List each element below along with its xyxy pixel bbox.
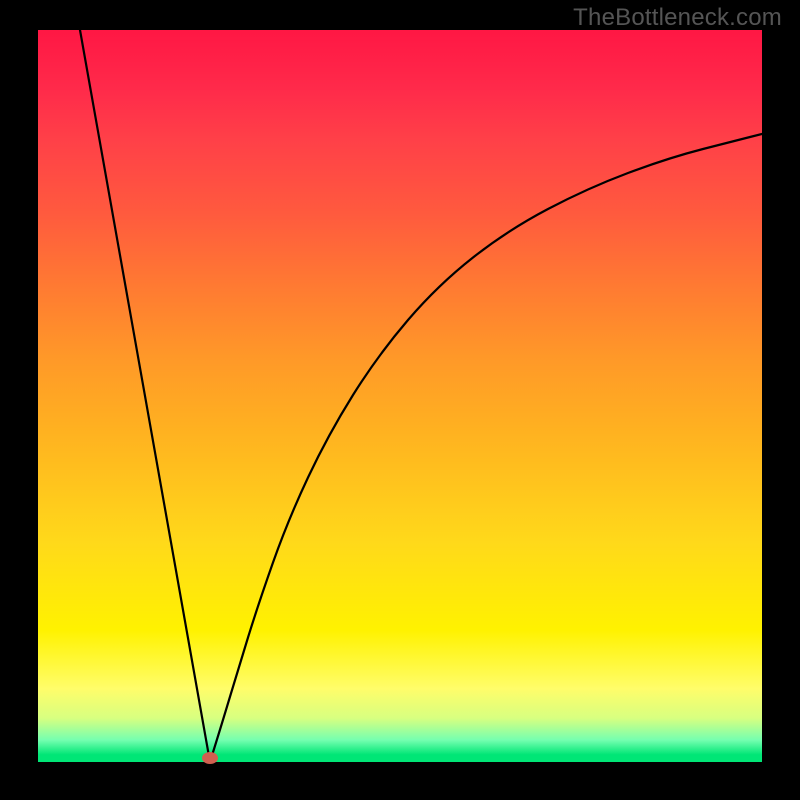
chart-gradient-background: [38, 30, 762, 762]
watermark-text: TheBottleneck.com: [573, 4, 782, 32]
optimal-point-marker: [202, 752, 218, 764]
